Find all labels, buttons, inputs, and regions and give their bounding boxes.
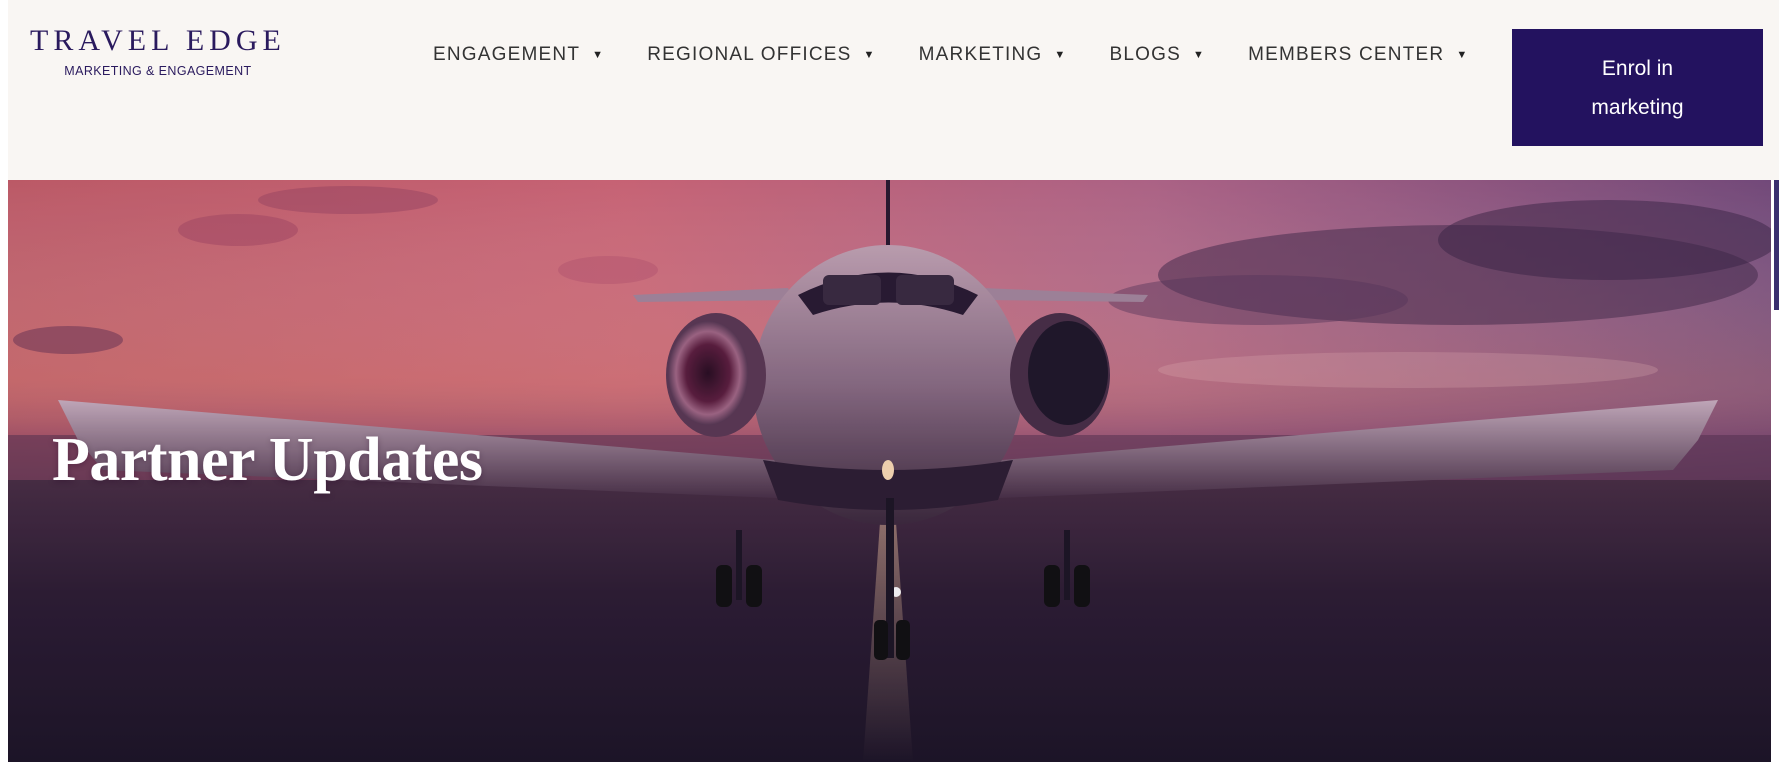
nav-item-marketing[interactable]: MARKETING ▼ xyxy=(919,44,1067,66)
main-nav: ENGAGEMENT ▼ REGIONAL OFFICES ▼ MARKETIN… xyxy=(433,44,1468,66)
enrol-button-label: Enrol in marketing xyxy=(1591,56,1684,119)
nav-item-label: BLOGS xyxy=(1109,44,1181,65)
caret-down-icon: ▼ xyxy=(592,49,605,61)
nav-item-engagement[interactable]: ENGAGEMENT ▼ xyxy=(433,44,604,66)
nav-item-members-center[interactable]: MEMBERS CENTER ▼ xyxy=(1248,44,1468,66)
hero-title: Partner Updates xyxy=(52,426,483,494)
logo-subtitle: MARKETING & ENGAGEMENT xyxy=(64,64,252,78)
nav-item-regional-offices[interactable]: REGIONAL OFFICES ▼ xyxy=(647,44,875,66)
caret-down-icon: ▼ xyxy=(1192,49,1206,61)
caret-down-icon: ▼ xyxy=(863,49,876,61)
logo-title: TRAVEL EDGE xyxy=(30,24,286,57)
scrollbar[interactable] xyxy=(1774,180,1779,310)
nav-item-blogs[interactable]: BLOGS ▼ xyxy=(1109,44,1205,66)
nav-item-label: MEMBERS CENTER xyxy=(1248,44,1445,65)
caret-down-icon: ▼ xyxy=(1054,49,1067,61)
logo[interactable]: TRAVEL EDGE MARKETING & ENGAGEMENT xyxy=(30,24,286,78)
nav-item-label: REGIONAL OFFICES xyxy=(647,44,852,65)
site-header: TRAVEL EDGE MARKETING & ENGAGEMENT ENGAG… xyxy=(8,0,1779,180)
nav-item-label: ENGAGEMENT xyxy=(433,44,581,65)
caret-down-icon: ▼ xyxy=(1456,49,1469,61)
nav-item-label: MARKETING xyxy=(918,44,1043,65)
enrol-in-marketing-button[interactable]: Enrol in marketing xyxy=(1512,29,1763,146)
hero-banner: Partner Updates xyxy=(8,180,1771,762)
